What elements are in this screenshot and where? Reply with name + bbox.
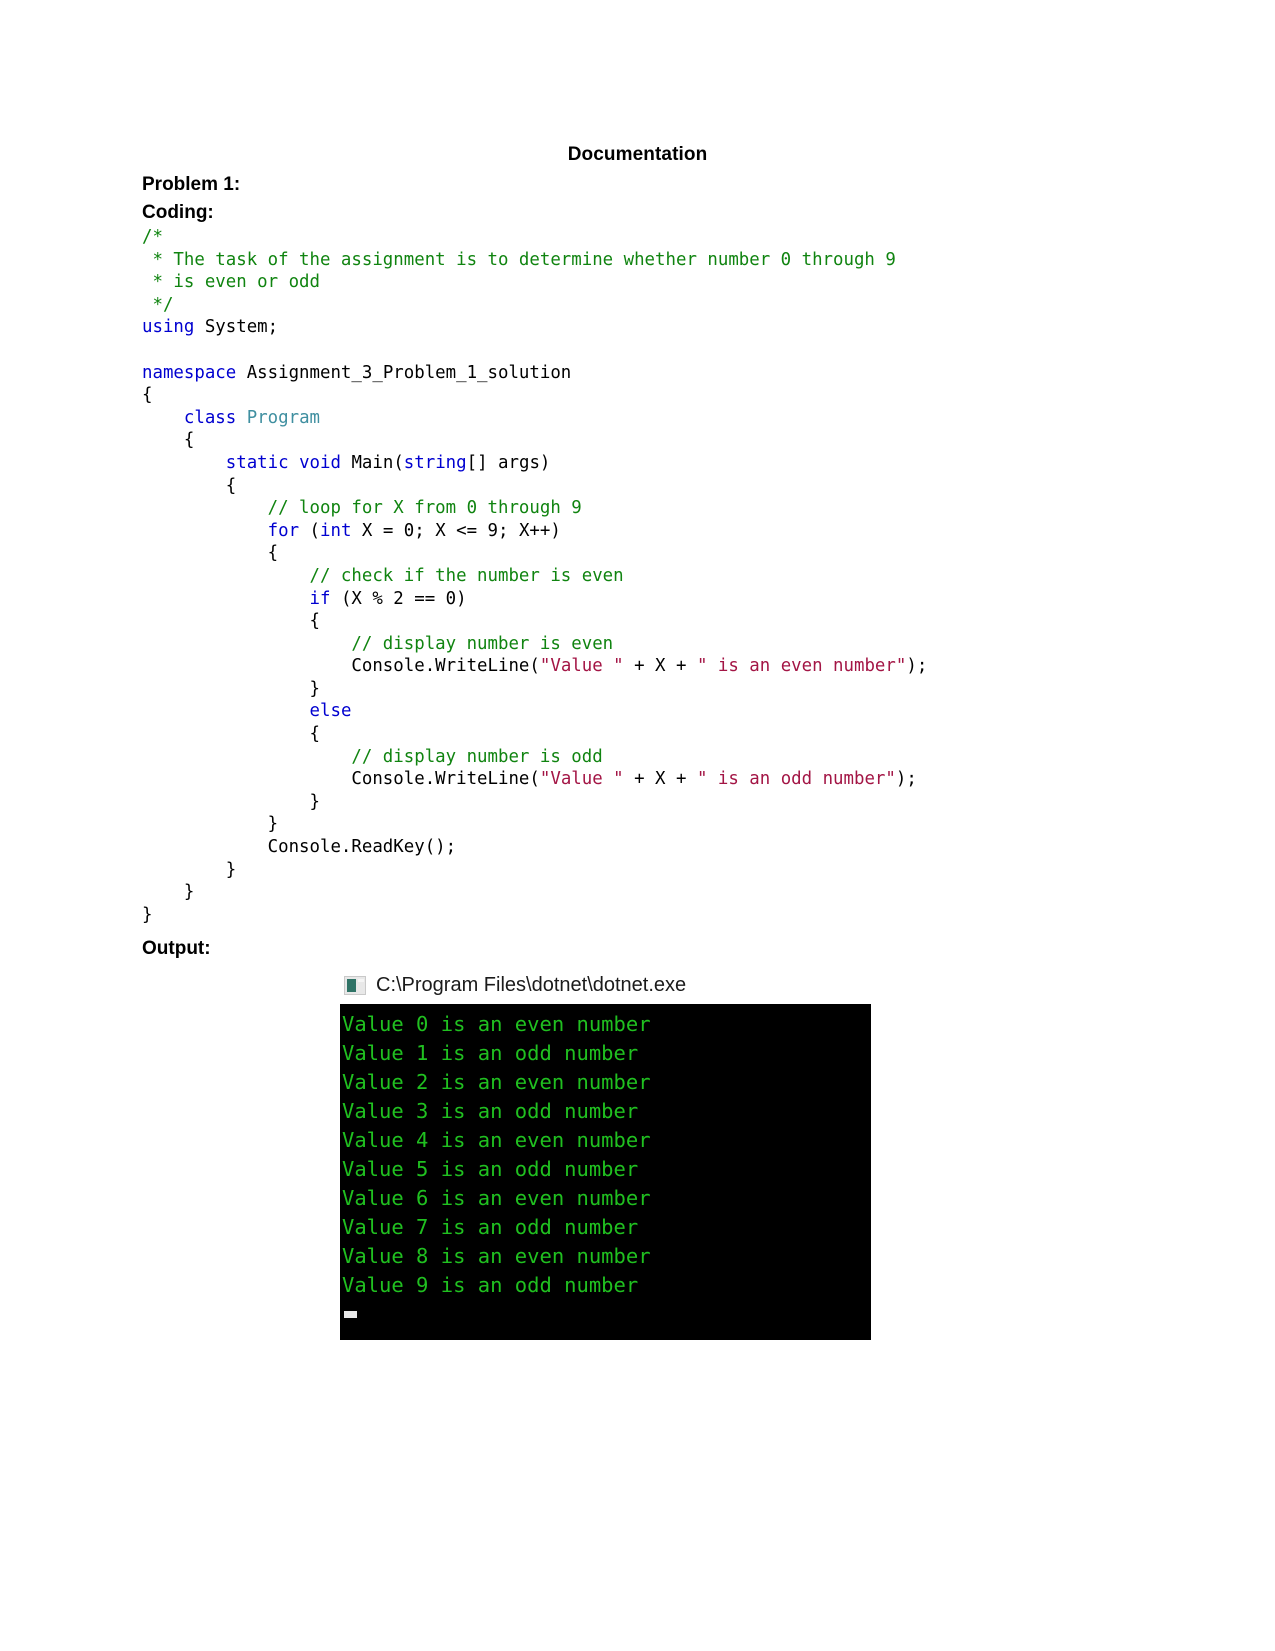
code-line: // loop for X from 0 through 9 <box>142 498 582 519</box>
code-line: Console.ReadKey(); <box>142 837 457 858</box>
code-line: else <box>309 701 352 722</box>
console-output-line: Value 2 is an even number <box>342 1070 651 1094</box>
code-line: for (int X = 0; X <= 9; X++) <box>267 520 561 541</box>
page-title: Documentation <box>567 144 708 165</box>
code-line: // check if the number is even <box>142 565 624 586</box>
code-line: static void Main(string[] args) <box>225 452 551 473</box>
problem-heading: Problem 1: <box>142 174 241 195</box>
code-line: using System; <box>142 317 279 338</box>
code-line: // display number is even <box>142 633 614 654</box>
console-output-line: Value 9 is an odd number <box>342 1273 639 1297</box>
code-line: if (X % 2 == 0) <box>309 588 467 609</box>
code-line: /* <box>142 227 163 247</box>
console-output-line: Value 0 is an even number <box>342 1012 651 1036</box>
console-window: C:\Program Files\dotnet\dotnet.exe Value… <box>340 966 871 1340</box>
code-line: } <box>142 814 279 835</box>
code-line: */ <box>142 294 174 315</box>
console-output-line: Value 3 is an odd number <box>342 1099 639 1123</box>
code-line: } <box>142 859 237 880</box>
code-line: * The task of the assignment is to deter… <box>142 249 896 270</box>
console-output-line: Value 6 is an even number <box>342 1186 651 1210</box>
console-output-line: Value 1 is an odd number <box>342 1041 639 1065</box>
console-output-line: Value 5 is an odd number <box>342 1157 639 1181</box>
code-line: { <box>142 475 237 496</box>
code-line: { <box>142 385 153 406</box>
console-cursor <box>344 1311 357 1318</box>
code-line: } <box>142 791 320 812</box>
code-line: } <box>142 678 320 699</box>
code-line: class Program <box>183 407 321 428</box>
code-line: // display number is odd <box>142 746 603 767</box>
code-line: Console.WriteLine("Value " + X + " is an… <box>142 656 928 677</box>
code-line: * is even or odd <box>142 272 320 293</box>
code-listing: /* * The task of the assignment is to de… <box>142 226 1142 926</box>
console-output-area: Value 0 is an even number Value 1 is an o… <box>340 1004 871 1340</box>
code-line: { <box>142 724 320 745</box>
code-line: } <box>142 882 195 903</box>
document-page: Documentation Problem 1: Coding: /* * Th… <box>0 0 1275 1651</box>
console-window-icon <box>344 975 366 995</box>
coding-heading: Coding: <box>142 202 214 223</box>
code-line: namespace Assignment_3_Problem_1_solutio… <box>142 362 572 383</box>
console-title-text: C:\Program Files\dotnet\dotnet.exe <box>376 973 687 996</box>
console-output-line: Value 7 is an odd number <box>342 1215 639 1239</box>
code-line: } <box>142 904 153 925</box>
console-output-line: Value 4 is an even number <box>342 1128 651 1152</box>
code-line: { <box>142 543 279 564</box>
code-line: { <box>142 430 195 451</box>
code-line: Console.WriteLine("Value " + X + " is an… <box>142 769 917 790</box>
console-output-line: Value 8 is an even number <box>342 1244 651 1268</box>
console-titlebar: C:\Program Files\dotnet\dotnet.exe <box>340 966 871 1004</box>
code-line: { <box>142 611 320 632</box>
output-heading: Output: <box>142 938 211 959</box>
